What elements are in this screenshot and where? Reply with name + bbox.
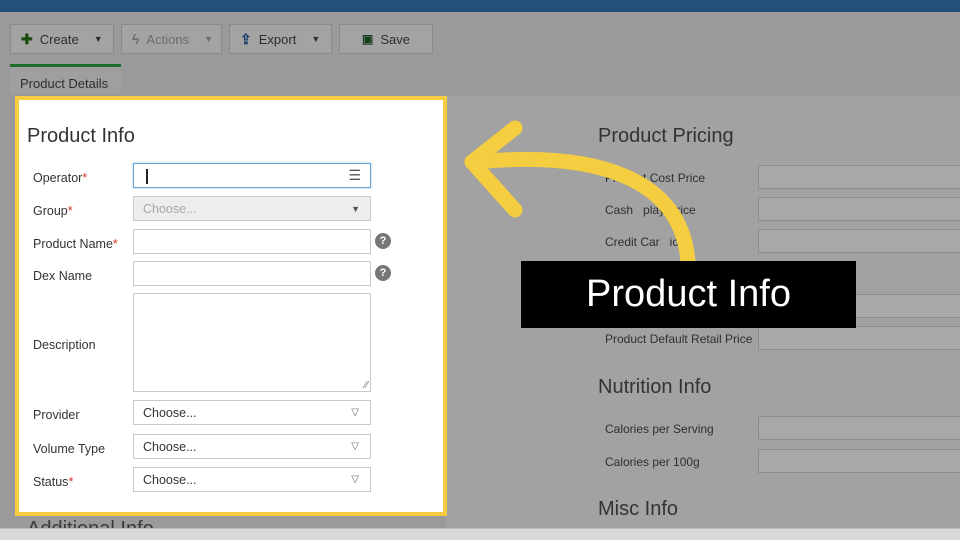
cash-play-price-input[interactable] xyxy=(758,197,960,221)
question-circle-icon[interactable]: ? xyxy=(375,265,391,281)
save-button[interactable]: ▣ Save xyxy=(339,24,433,54)
chevron-down-icon: ▼ xyxy=(351,204,360,214)
description-textarea[interactable]: ⁄⁄ xyxy=(133,293,371,392)
default-retail-price-input[interactable] xyxy=(758,326,960,350)
calories-per-serving-label: Calories per Serving xyxy=(605,422,714,436)
cash-play-price-label: Cash play Price xyxy=(605,203,696,217)
text-cursor xyxy=(146,169,148,184)
group-select[interactable]: Choose... ▼ xyxy=(133,196,371,221)
product-pricing-heading: Product Pricing xyxy=(598,125,734,147)
provider-select[interactable]: Choose... ▽ xyxy=(133,400,371,425)
create-button[interactable]: ✚ Create ▼ xyxy=(10,24,114,54)
create-label: Create xyxy=(39,31,79,47)
product-name-label: Product Name* xyxy=(33,237,118,251)
misc-info-heading: Misc Info xyxy=(598,498,679,520)
chevron-down-icon: ▼ xyxy=(93,34,103,44)
chevron-down-icon: ▽ xyxy=(351,474,359,485)
lightning-icon: ϟ xyxy=(132,31,140,47)
group-label: Group* xyxy=(33,204,73,218)
chevron-down-icon: ▼ xyxy=(311,34,321,44)
provider-label: Provider xyxy=(33,408,80,422)
calories-per-100g-input[interactable] xyxy=(758,449,960,473)
default-retail-price-label: Product Default Retail Price xyxy=(605,332,753,346)
calories-per-100g-label: Calories per 100g xyxy=(605,455,700,469)
top-header-bar xyxy=(0,0,960,12)
nutrition-info-heading: Nutrition Info xyxy=(598,376,712,398)
operator-label: Operator* xyxy=(33,171,88,185)
resize-handle-icon[interactable]: ⁄⁄ xyxy=(365,380,368,391)
list-icon[interactable]: ☰ xyxy=(348,167,361,184)
chevron-down-icon: ▽ xyxy=(351,441,359,452)
chevron-down-icon: ▼ xyxy=(204,34,213,44)
export-button[interactable]: ⇪ Export ▼ xyxy=(229,24,332,54)
actions-label: Actions xyxy=(146,31,190,47)
tab-product-details[interactable]: Product Details xyxy=(10,64,121,94)
product-name-input[interactable] xyxy=(133,229,371,254)
description-label: Description xyxy=(33,338,96,352)
additional-info-heading: Additional Info xyxy=(27,516,167,528)
operator-input[interactable]: ☰ xyxy=(133,163,371,188)
callout-label: Product Info xyxy=(521,261,856,328)
product-cost-price-input[interactable] xyxy=(758,165,960,189)
status-select[interactable]: Choose... ▽ xyxy=(133,467,371,492)
calories-per-serving-input[interactable] xyxy=(758,416,960,440)
bottom-scrollbar[interactable] xyxy=(0,528,960,540)
actions-button[interactable]: ϟ Actions ▼ xyxy=(121,24,222,54)
tab-label: Product Details xyxy=(20,76,109,91)
save-icon: ▣ xyxy=(362,32,374,46)
export-label: Export xyxy=(258,31,297,47)
dex-name-label: Dex Name xyxy=(33,269,93,283)
product-info-heading: Product Info xyxy=(27,125,135,147)
credit-card-price-input[interactable] xyxy=(758,229,960,253)
product-cost-price-label: Product Cost Price xyxy=(605,171,706,185)
volume-type-select[interactable]: Choose... ▽ xyxy=(133,434,371,459)
save-label: Save xyxy=(380,31,410,47)
credit-card-price-label: Credit Car ice xyxy=(605,235,686,249)
plus-icon: ✚ xyxy=(21,30,33,47)
status-label: Status* xyxy=(33,475,74,489)
volume-type-label: Volume Type xyxy=(33,442,106,456)
dex-name-input[interactable] xyxy=(133,261,371,286)
upload-icon: ⇪ xyxy=(240,30,252,47)
question-circle-icon[interactable]: ? xyxy=(375,233,391,249)
chevron-down-icon: ▽ xyxy=(351,407,359,418)
